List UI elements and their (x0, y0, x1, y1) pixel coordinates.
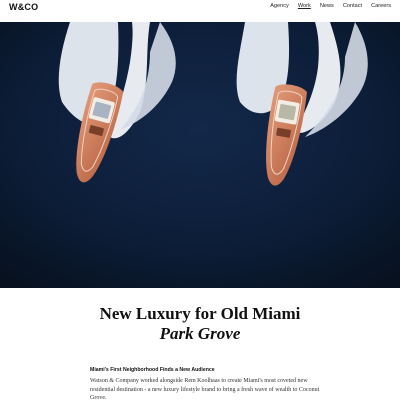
nav-link-careers[interactable]: Careers (371, 3, 391, 10)
section-heading: Miami's First Neighborhood Finds a New A… (90, 367, 215, 373)
water-surface (0, 22, 400, 288)
project-subtitle: Park Grove (159, 324, 241, 344)
project-title-block: New Luxury for Old Miami Park Grove (0, 304, 400, 345)
section-body: Watson & Company worked alongside Rem Ko… (90, 378, 320, 402)
logo[interactable]: W&CO (9, 2, 38, 12)
hero-photo-boats (0, 22, 400, 288)
nav-link-contact[interactable]: Contact (343, 3, 362, 10)
intro-section: Miami's First Neighborhood Finds a New A… (90, 367, 320, 403)
hero-image (0, 22, 400, 288)
nav-link-agency[interactable]: Agency (270, 3, 289, 10)
nav-link-news[interactable]: News (320, 3, 334, 10)
nav-link-work[interactable]: Work (298, 3, 311, 10)
top-navigation-bar: W&CO Agency Work News Contact Careers (0, 0, 400, 22)
main-nav: Agency Work News Contact Careers (270, 3, 391, 10)
project-title: New Luxury for Old Miami (99, 304, 301, 323)
